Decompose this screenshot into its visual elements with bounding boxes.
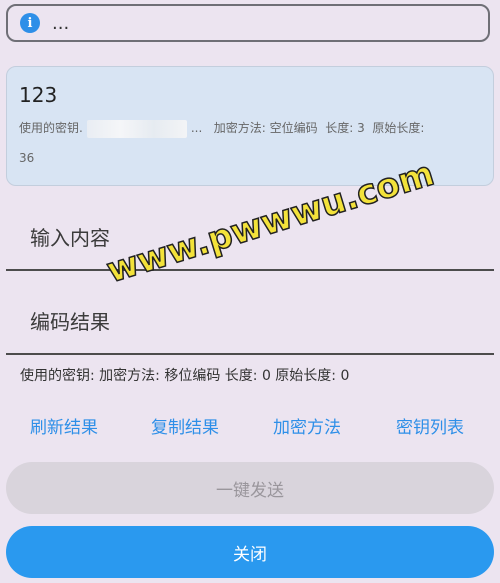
result-meta: 使用的密钥.... 加密方法: 空位编码 长度: 3 原始长度: 36	[19, 113, 469, 173]
original-length-value: 36	[19, 151, 35, 165]
refresh-result-button[interactable]: 刷新结果	[30, 413, 98, 438]
blurred-key	[86, 119, 187, 138]
action-row: 刷新结果 复制结果 加密方法 密钥列表	[0, 413, 500, 439]
dialog: i ... 123 使用的密钥.... 加密方法: 空位编码 长度: 3 原始长…	[0, 0, 500, 583]
output-placeholder: 编码结果	[30, 310, 110, 334]
key-suffix: ...	[190, 121, 203, 135]
info-bar[interactable]: i ...	[6, 4, 490, 42]
input-placeholder: 输入内容	[30, 226, 110, 250]
copy-result-button[interactable]: 复制结果	[151, 413, 219, 438]
status-line: 使用的密钥: 加密方法: 移位编码 长度: 0 原始长度: 0	[20, 368, 350, 384]
info-text: ...	[52, 12, 70, 34]
input-field[interactable]: 输入内容	[6, 211, 494, 271]
encoded-result-card[interactable]: 123 使用的密钥.... 加密方法: 空位编码 长度: 3 原始长度: 36	[6, 66, 494, 186]
output-field[interactable]: 编码结果	[6, 295, 494, 355]
key-label: 使用的密钥.	[19, 121, 83, 135]
one-click-send-button[interactable]: 一键发送	[6, 462, 494, 514]
original-length-label: 原始长度:	[372, 121, 425, 135]
result-value: 123	[19, 83, 58, 107]
encryption-method-button[interactable]: 加密方法	[273, 413, 341, 438]
method-label: 加密方法: 空位编码	[213, 121, 318, 135]
length-label: 长度: 3	[325, 121, 365, 135]
info-icon: i	[20, 13, 40, 33]
key-list-button[interactable]: 密钥列表	[396, 413, 464, 438]
close-button[interactable]: 关闭	[6, 526, 494, 578]
